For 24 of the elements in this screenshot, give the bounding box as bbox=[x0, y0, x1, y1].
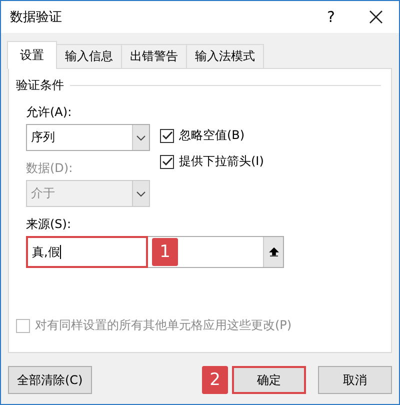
tab[interactable]: 设置 bbox=[7, 41, 57, 69]
source-field[interactable]: 真,假 1 bbox=[26, 236, 284, 268]
window-title: 数据验证 bbox=[10, 9, 63, 26]
section-title: 验证条件 bbox=[16, 77, 64, 94]
range-picker-button[interactable] bbox=[263, 237, 283, 267]
source-label: 来源(S): bbox=[26, 216, 72, 233]
callout-badge: 1 bbox=[152, 238, 178, 266]
callout-badge: 2 bbox=[202, 366, 228, 394]
upload-arrow-icon bbox=[268, 247, 278, 257]
checkbox[interactable]: 忽略空值(B) bbox=[160, 127, 264, 144]
tab[interactable]: 输入法模式 bbox=[186, 44, 264, 68]
chevron-down-icon bbox=[136, 134, 146, 140]
allow-dropdown[interactable]: 序列 bbox=[26, 124, 150, 151]
chevron-down-icon bbox=[136, 190, 146, 196]
clear-all-button[interactable]: 全部清除(C) bbox=[8, 366, 92, 394]
data-label: 数据(D): bbox=[26, 160, 74, 177]
checkmark-icon bbox=[162, 157, 172, 166]
allow-label: 允许(A): bbox=[26, 104, 73, 121]
checkbox[interactable]: 提供下拉箭头(I) bbox=[160, 153, 264, 170]
dialog-button[interactable]: 确定 bbox=[232, 366, 306, 394]
help-button[interactable]: ? bbox=[309, 1, 353, 33]
checkmark-icon bbox=[162, 131, 172, 140]
dialog-button[interactable]: 取消 bbox=[318, 366, 392, 394]
close-icon bbox=[369, 10, 383, 24]
